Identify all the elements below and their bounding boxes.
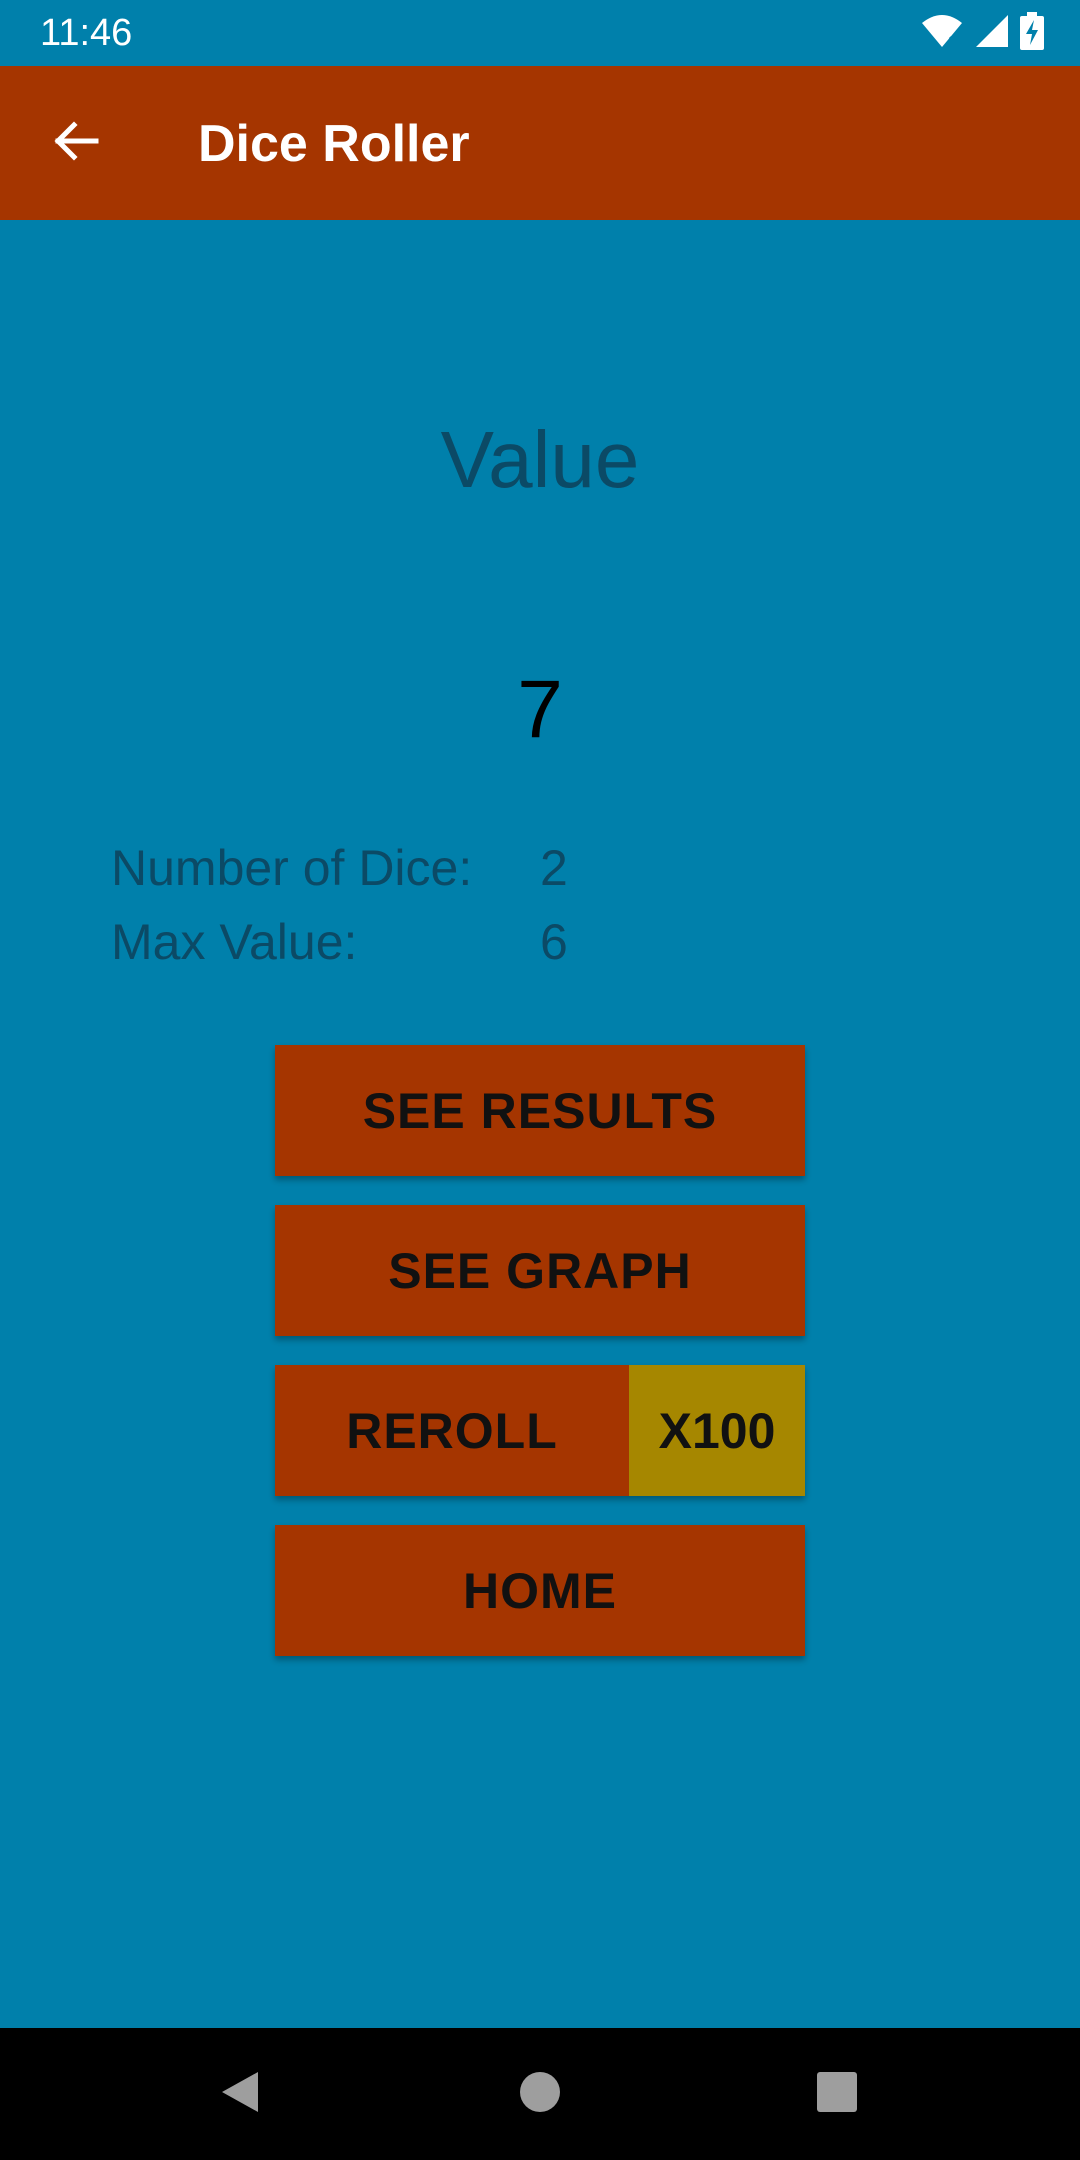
reroll-button-group: REROLL X100 [275, 1365, 805, 1496]
back-button[interactable] [36, 103, 116, 183]
max-value-value: 6 [540, 914, 568, 970]
nav-recents-icon [815, 2070, 859, 2119]
arrow-back-icon [52, 117, 100, 170]
battery-charging-icon [1020, 11, 1044, 55]
nav-home-icon [518, 2070, 562, 2119]
home-button[interactable]: HOME [275, 1525, 805, 1656]
wifi-icon [920, 13, 964, 54]
signal-icon [974, 13, 1010, 54]
status-icons [920, 11, 1044, 55]
system-nav-bar [0, 2028, 1080, 2160]
nav-home-button[interactable] [500, 2054, 580, 2134]
see-results-button[interactable]: SEE RESULTS [275, 1045, 805, 1176]
nav-recents-button[interactable] [797, 2054, 877, 2134]
roll-value: 7 [517, 664, 563, 755]
number-of-dice-label: Number of Dice: [111, 840, 473, 896]
app-title: Dice Roller [198, 115, 470, 173]
number-of-dice-value: 2 [540, 840, 568, 896]
status-bar: 11:46 [0, 0, 1080, 66]
status-time: 11:46 [40, 12, 133, 54]
nav-back-icon [218, 2068, 262, 2121]
nav-back-button[interactable] [200, 2054, 280, 2134]
max-value-label: Max Value: [111, 914, 358, 970]
reroll-button[interactable]: REROLL [275, 1365, 629, 1496]
reroll-x100-button[interactable]: X100 [629, 1365, 805, 1496]
see-graph-button[interactable]: SEE GRAPH [275, 1205, 805, 1336]
value-heading: Value [440, 415, 640, 504]
app-bar: Dice Roller [0, 66, 1080, 220]
